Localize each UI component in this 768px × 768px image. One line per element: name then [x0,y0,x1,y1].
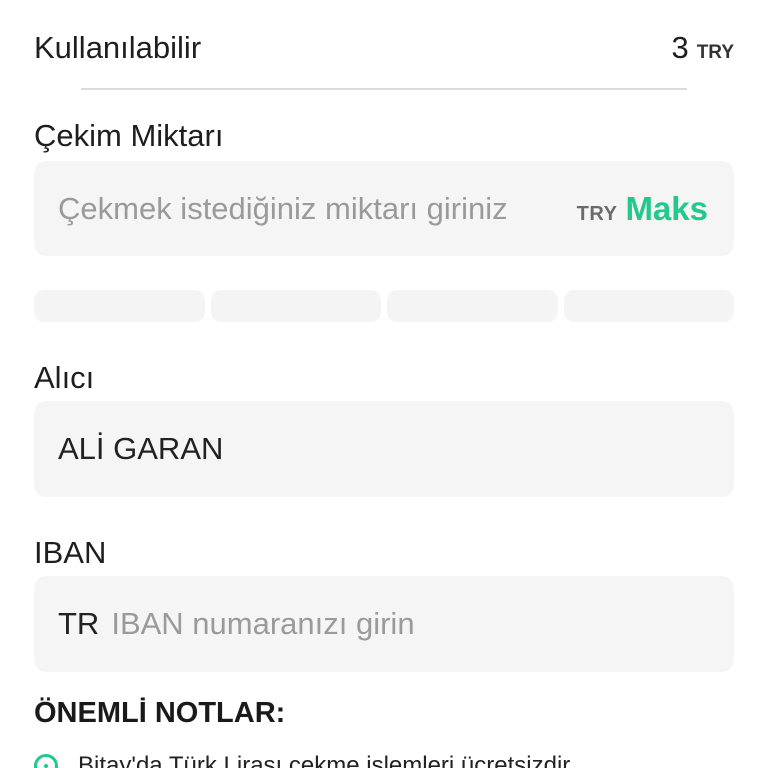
amount-suffix: TRY Maks [577,190,708,228]
preset-chip[interactable] [563,290,734,322]
available-balance-row: Kullanılabilir 3 TRY [34,26,734,70]
recipient-label: Alıcı [34,360,95,395]
iban-input[interactable]: TR IBAN numaranızı girin [34,576,734,672]
iban-prefix: TR [58,606,100,641]
recipient-field[interactable]: ALİ GARAN [34,401,734,497]
withdraw-amount-placeholder: Çekmek istediğiniz miktarı giriniz [58,190,508,226]
preset-chip[interactable] [387,290,558,322]
amount-currency: TRY [576,202,618,225]
amount-presets [34,290,734,322]
available-label: Kullanılabilir [34,30,202,65]
withdraw-amount-label: Çekim Miktarı [34,118,224,153]
iban-label: IBAN [34,535,107,570]
available-currency: TRY [696,42,734,63]
available-amount: 3 [671,30,689,65]
divider [81,88,687,90]
max-button[interactable]: Maks [625,190,708,228]
recipient-value: ALİ GARAN [58,431,224,466]
note-item: Bitay'da Türk Lirası çekme işlemleri ücr… [34,752,576,768]
note-text: Bitay'da Türk Lirası çekme işlemleri ücr… [78,752,576,768]
iban-placeholder: IBAN numaranızı girin [111,606,415,641]
available-value: 3 TRY [671,30,734,66]
preset-chip[interactable] [34,290,205,322]
withdraw-amount-input[interactable]: Çekmek istediğiniz miktarı giriniz TRY M… [34,161,734,256]
notes-title: ÖNEMLİ NOTLAR: [34,697,286,729]
info-circle-icon [34,754,58,768]
preset-chip[interactable] [210,290,381,322]
